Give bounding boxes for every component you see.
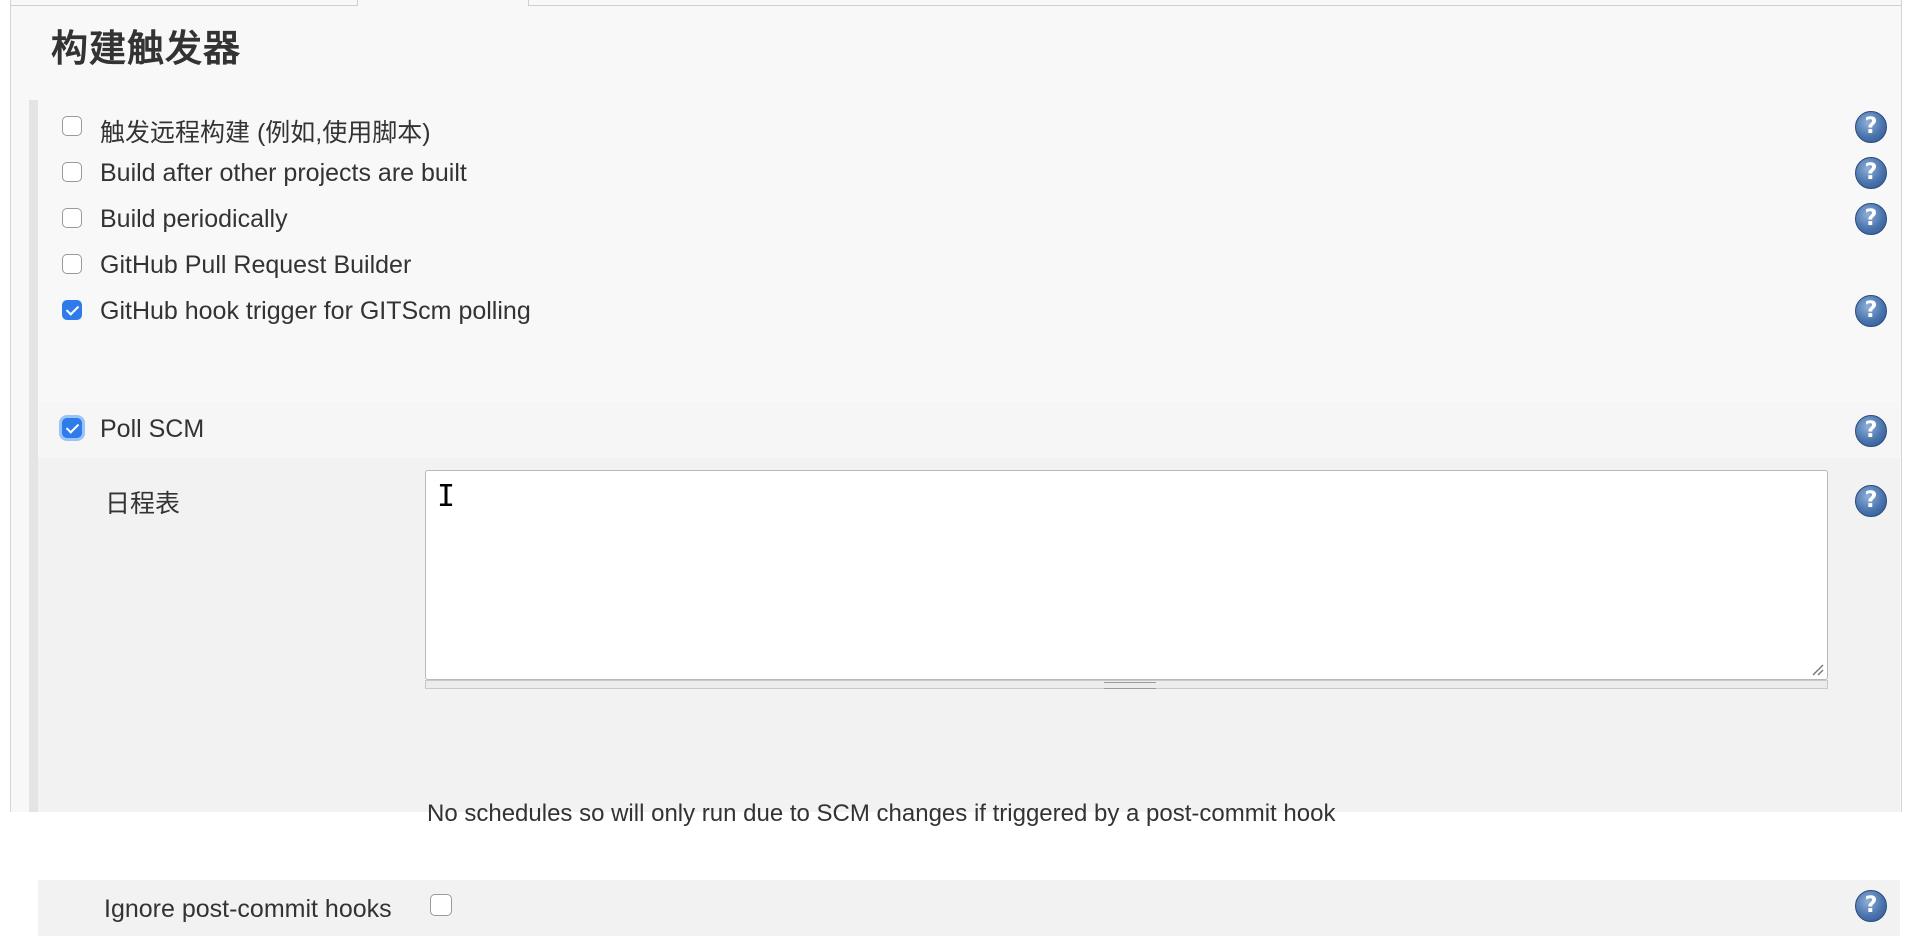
text-cursor-icon: I [437,479,456,514]
config-page: 构建触发器 触发远程构建 (例如,使用脚本) ? Build after oth… [10,0,1902,936]
textarea-resize-grip[interactable] [425,680,1828,689]
trigger-row-github-hook[interactable]: GitHub hook trigger for GITScm polling ? [38,284,1900,340]
trigger-periodic-label[interactable]: Build periodically [100,205,288,234]
schedule-label: 日程表 [105,490,181,518]
help-icon[interactable]: ? [1855,203,1887,235]
trigger-github-hook-checkbox[interactable] [62,300,82,320]
resize-handle-icon[interactable] [1810,662,1824,676]
trigger-ghprb-label[interactable]: GitHub Pull Request Builder [100,251,411,280]
trigger-remote-label[interactable]: 触发远程构建 (例如,使用脚本) [100,113,431,149]
trigger-github-hook-label[interactable]: GitHub hook trigger for GITScm polling [100,297,531,326]
schedule-textarea[interactable] [425,470,1828,680]
ignore-hooks-row: Ignore post-commit hooks ? [38,880,1900,936]
ignore-hooks-label: Ignore post-commit hooks [104,895,392,923]
schedule-note: No schedules so will only run due to SCM… [427,800,1336,827]
help-icon[interactable]: ? [1855,111,1887,143]
tab-active[interactable] [357,0,529,6]
trigger-remote-checkbox[interactable] [62,116,82,136]
poll-scm-label[interactable]: Poll SCM [100,415,204,444]
trigger-list: 触发远程构建 (例如,使用脚本) ? Build after other pro… [29,100,1900,936]
poll-scm-checkbox[interactable] [62,418,82,438]
ignore-hooks-checkbox[interactable] [430,894,452,916]
help-icon[interactable]: ? [1855,157,1887,189]
trigger-ghprb-checkbox[interactable] [62,254,82,274]
trigger-after-other-label[interactable]: Build after other projects are built [100,159,467,188]
help-icon[interactable]: ? [1855,295,1887,327]
tab-strip [11,0,1901,6]
poll-scm-row[interactable]: Poll SCM ? [38,402,1900,458]
grip-lines-icon [1104,682,1156,689]
trigger-after-other-checkbox[interactable] [62,162,82,182]
section-title: 构建触发器 [51,28,241,69]
help-icon[interactable]: ? [1855,485,1887,517]
poll-scm-block: Poll SCM ? 日程表 I ? No schedules so will … [38,402,1900,936]
help-icon[interactable]: ? [1855,890,1887,922]
help-icon[interactable]: ? [1855,415,1887,447]
trigger-periodic-checkbox[interactable] [62,208,82,228]
